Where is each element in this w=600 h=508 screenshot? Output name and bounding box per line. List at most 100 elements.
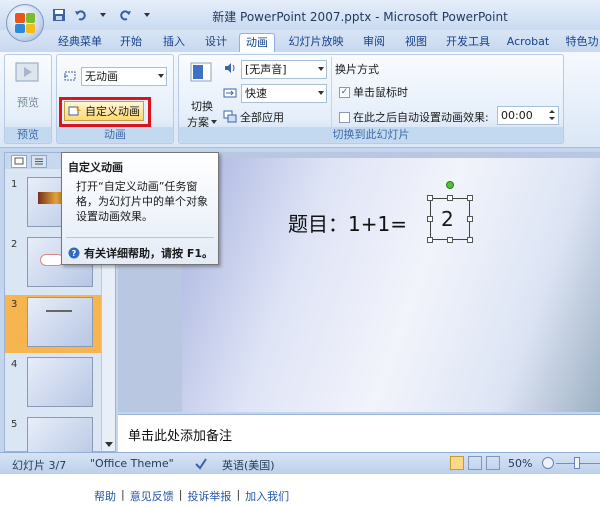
rotate-handle[interactable] [446,181,454,189]
theme-name[interactable]: "Office Theme" [90,457,174,470]
page-footer: 帮助 | 意见反馈 | 投诉举报 | 加入我们 [0,474,600,508]
advance-slide-title-text: 换片方式 [335,63,379,76]
transition-speed-value: 快速 [245,87,267,100]
preview-group: 预览 预览 [4,54,52,144]
custom-animation-icon [68,106,81,116]
auto-advance-time-field[interactable]: 00:00 [497,106,559,125]
zoom-out-icon[interactable] [542,457,554,469]
footer-separator: | [178,488,183,501]
auto-advance-option[interactable]: 在此之后自动设置动画效果: [339,109,489,125]
slide-preview [27,357,93,407]
resize-handle[interactable] [427,195,433,201]
tab-animations[interactable]: 动画 [239,33,275,52]
apply-to-all-button[interactable]: 全部应用 [223,109,284,125]
animate-icon [63,69,77,83]
notes-placeholder[interactable]: 单击此处添加备注 [128,425,232,444]
transition-scheme-button[interactable]: 切换 方案 [183,59,221,129]
chevron-down-icon [318,91,324,95]
tab-view[interactable]: 视图 [399,33,433,52]
notes-pane[interactable]: 单击此处添加备注 [118,414,600,452]
answer-text[interactable]: 2 [441,207,454,231]
zoom-slider-thumb[interactable] [574,457,580,469]
answer-textbox[interactable]: 2 [427,181,473,243]
transition-group-label: 切换到此幻灯片 [179,127,563,142]
animation-group-label: 动画 [57,127,173,142]
ribbon: 预览 预览 无动画 自定义动画 动画 切换 方案 [无声音] 快速 全部应用 换… [0,52,600,148]
chevron-down-icon [211,120,217,124]
slide-thumbnail[interactable]: 4 [5,355,101,413]
svg-text:?: ? [72,249,77,258]
transition-sound-value: [无声音] [245,63,287,76]
tab-classic-menu[interactable]: 经典菜单 [55,33,105,52]
spell-check-icon[interactable] [194,456,208,470]
help-icon: ? [68,247,80,259]
slide-sorter-icon[interactable] [468,456,482,470]
preview-button[interactable]: 预览 [11,59,45,117]
animate-combo[interactable]: 无动画 [81,67,167,86]
slides-tab[interactable] [11,155,27,168]
tooltip-help: ? 有关详细帮助，请按 F1。 [68,245,213,261]
resize-handle[interactable] [467,195,473,201]
slide-thumbnail[interactable]: 3 [5,295,101,353]
scroll-down-icon[interactable] [103,439,115,449]
tab-review[interactable]: 审阅 [357,33,391,52]
custom-animation-button[interactable]: 自定义动画 [64,101,144,121]
language[interactable]: 英语(美国) [222,457,275,473]
on-mouse-click-option[interactable]: ✓ 单击鼠标时 [339,84,408,100]
slides-tab-icon [14,157,24,165]
tooltip-help-text: 有关详细帮助，请按 F1。 [84,247,213,260]
preview-group-label: 预览 [5,127,51,142]
slide-number: 3 [11,299,18,310]
resize-handle[interactable] [427,216,433,222]
custom-animation-label: 自定义动画 [85,105,140,118]
outline-tab-icon [35,158,43,165]
apply-to-all-label: 全部应用 [240,111,284,124]
resize-handle[interactable] [447,237,453,243]
slide-question-text[interactable]: 题目：1+1= [288,208,407,237]
tab-insert[interactable]: 插入 [157,33,191,52]
on-mouse-click-checkbox[interactable]: ✓ [339,86,350,98]
resize-handle[interactable] [447,195,453,201]
preview-label: 预览 [17,96,39,109]
auto-advance-label: 在此之后自动设置动画效果: [353,111,489,124]
transition-sound-combo[interactable]: [无声音] [241,60,327,79]
normal-view-icon[interactable] [450,456,464,470]
tab-design[interactable]: 设计 [199,33,233,52]
powerpoint-window: 新建 PowerPoint 2007.pptx - Microsoft Powe… [0,0,600,474]
auto-advance-checkbox[interactable] [339,111,350,123]
tab-slide-show[interactable]: 幻灯片放映 [282,33,350,52]
tab-featured[interactable]: 特色功 [562,33,600,52]
resize-handle[interactable] [467,237,473,243]
transition-speed-combo[interactable]: 快速 [241,84,327,103]
tab-acrobat[interactable]: Acrobat [503,33,553,52]
custom-animation-tooltip: 自定义动画 打开“自定义动画”任务窗格，为幻灯片中的单个对象设置动画效果。 ? … [61,152,219,265]
chevron-down-icon [318,67,324,71]
resize-handle[interactable] [467,216,473,222]
office-button[interactable] [6,4,44,42]
speed-icon [223,86,237,100]
ribbon-tabs: 经典菜单 开始 插入 设计 动画 幻灯片放映 审阅 视图 开发工具 Acroba… [0,30,600,52]
slide-number: 4 [11,359,18,370]
zoom-level[interactable]: 50% [508,457,532,470]
slide-show-icon[interactable] [486,456,500,470]
help-link[interactable]: 帮助 [94,488,116,504]
transition-scheme-icon [190,62,212,82]
outline-tab[interactable] [31,155,47,168]
feedback-link[interactable]: 意见反馈 [130,488,174,504]
animation-group: 无动画 自定义动画 动画 [56,54,174,144]
apply-to-all-icon [223,110,237,123]
advance-slide-title: 换片方式 [335,61,379,77]
status-bar: 幻灯片 3/7 "Office Theme" 英语(美国) 50% [0,452,600,474]
join-us-link[interactable]: 加入我们 [245,488,289,504]
resize-handle[interactable] [427,237,433,243]
tooltip-divider [66,237,214,238]
tab-developer[interactable]: 开发工具 [440,33,496,52]
current-slide[interactable]: 题目：1+1= 2 [182,158,600,412]
footer-links: 帮助 | 意见反馈 | 投诉举报 | 加入我们 [94,488,289,504]
group-divider [331,57,332,127]
tab-home[interactable]: 开始 [114,33,148,52]
slide-number: 1 [11,179,18,190]
chevron-down-icon [158,74,164,78]
report-link[interactable]: 投诉举报 [187,488,231,504]
slide-preview [27,297,93,347]
